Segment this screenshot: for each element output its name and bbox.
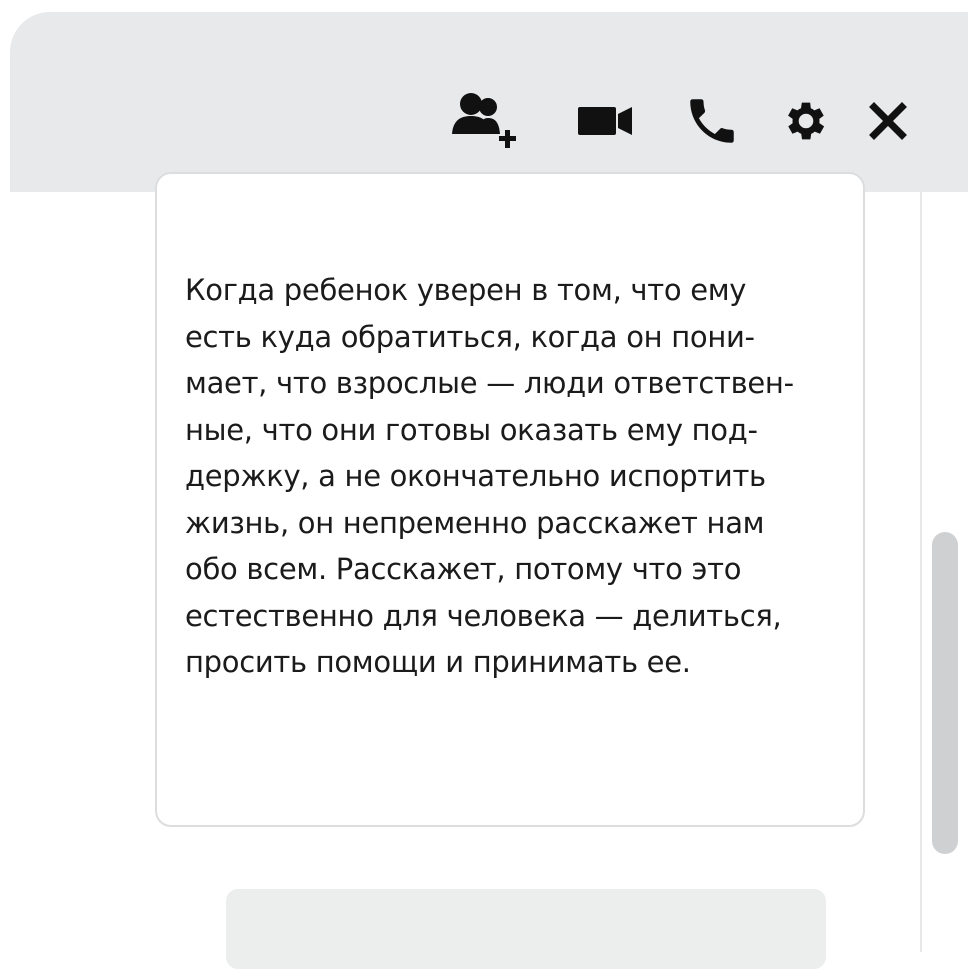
message-bubble: Когда ребенок уверен в том, что ему есть… bbox=[155, 172, 865, 827]
phone-call-icon[interactable] bbox=[680, 90, 744, 152]
scrollbar-thumb[interactable] bbox=[932, 532, 958, 854]
settings-icon[interactable] bbox=[778, 90, 834, 152]
close-icon[interactable] bbox=[862, 90, 914, 152]
video-call-icon[interactable] bbox=[575, 90, 637, 152]
message-list: Когда ребенок уверен в том, что ему есть… bbox=[0, 172, 922, 969]
message-text: Когда ребенок уверен в том, что ему есть… bbox=[185, 273, 794, 679]
message-bubble-partial bbox=[226, 889, 826, 969]
add-participant-icon[interactable] bbox=[447, 90, 543, 152]
